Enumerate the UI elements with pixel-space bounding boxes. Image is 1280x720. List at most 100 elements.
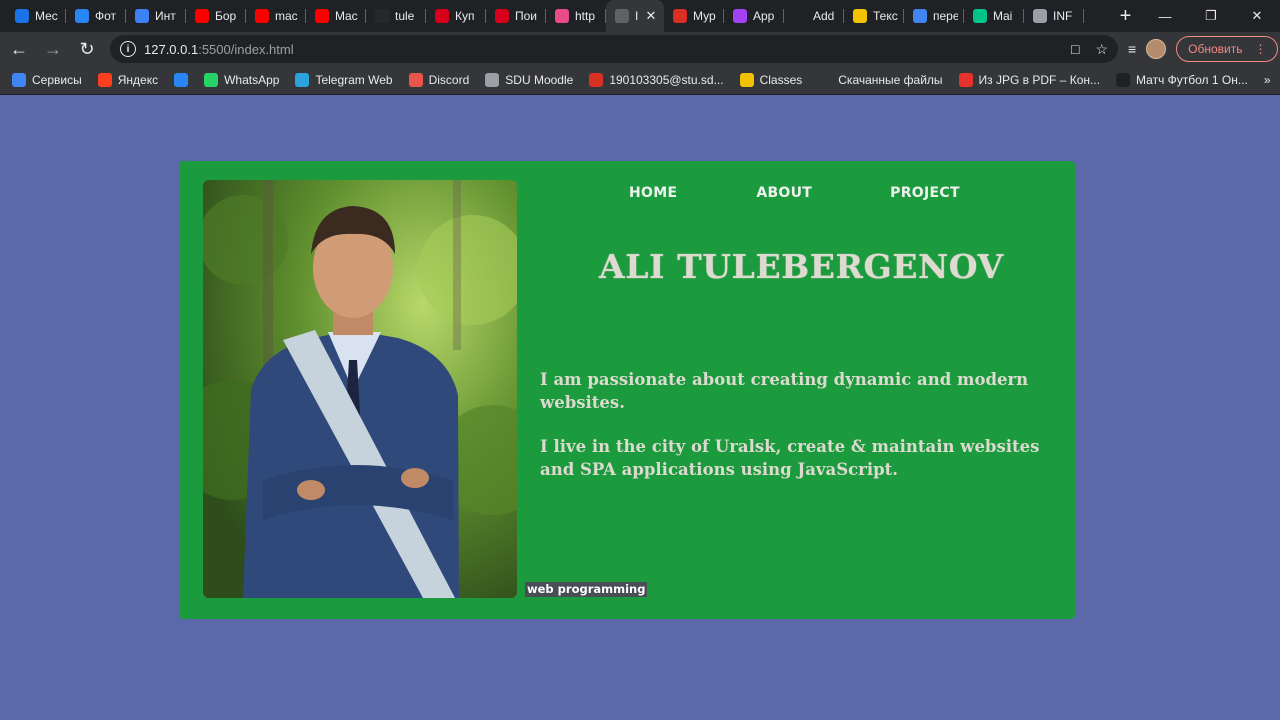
gmail-icon — [673, 9, 687, 23]
browser-tab[interactable]: Фот — [66, 0, 126, 32]
yandex-icon — [97, 73, 112, 87]
more-bookmarks-icon[interactable]: » — [1264, 73, 1271, 87]
bookmark-item[interactable] — [174, 73, 189, 87]
browser-tab[interactable]: INF — [1024, 0, 1084, 32]
minimize-icon[interactable]: — — [1142, 0, 1188, 32]
page-viewport: HOME ABOUT PROJECT ALI TULEBERGENOV I am… — [0, 96, 1280, 720]
bookmark-item[interactable]: SDU Moodle — [485, 73, 573, 87]
browser-tab[interactable]: Куп — [426, 0, 486, 32]
media-queue-icon[interactable]: ≡ — [1128, 41, 1136, 57]
browser-tab[interactable]: I ✕ — [606, 0, 664, 32]
tab-title: Куп — [455, 9, 475, 23]
new-tab-button[interactable]: + — [1109, 0, 1142, 32]
browser-tab[interactable]: Текс — [844, 0, 904, 32]
app-icon — [733, 9, 747, 23]
bookmark-item[interactable]: Сервисы — [12, 73, 82, 87]
bookmark-item[interactable]: Яндекс — [97, 73, 159, 87]
window-controls: — ❐ ✕ — [1142, 0, 1280, 32]
address-bar[interactable]: i 127.0.0.1:5500/index.html □ ☆ — [110, 35, 1118, 63]
whatsapp-icon — [204, 73, 219, 87]
tab-title: tule — [395, 9, 415, 23]
vk-icon — [75, 9, 89, 23]
bookmark-item[interactable]: Матч Футбол 1 Он... — [1116, 73, 1248, 87]
discord-icon — [408, 73, 423, 87]
tab-strip: Мес Фот Инт Бор mac Mac tule Куп Пои http I ✕ Мур App… — [0, 0, 1280, 32]
tab-title: Мур — [693, 9, 716, 23]
close-window-icon[interactable]: ✕ — [1234, 0, 1280, 32]
browser-toolbar: ← → ↻ i 127.0.0.1:5500/index.html □ ☆ ≡ … — [0, 32, 1280, 66]
tab-title: INF — [1053, 9, 1073, 23]
nav-home-link[interactable]: HOME — [629, 185, 677, 201]
classroom-icon — [739, 73, 754, 87]
bookmark-label: SDU Moodle — [505, 73, 574, 87]
site-info-icon[interactable]: i — [120, 41, 136, 57]
forward-button[interactable]: → — [38, 34, 68, 64]
translate-icon[interactable]: □ — [1071, 41, 1079, 58]
tab-title: mac — [275, 9, 298, 23]
bio-paragraph-2: I live in the city of Uralsk, create & m… — [540, 437, 1040, 479]
browser-tab[interactable]: Mai — [964, 0, 1024, 32]
browser-tab[interactable]: http — [546, 0, 606, 32]
browser-tab[interactable]: App — [724, 0, 784, 32]
bookmark-item[interactable]: 190103305@stu.sd... — [589, 73, 724, 87]
apps-grid-icon — [12, 73, 26, 87]
vk-icon — [174, 73, 189, 87]
bookmark-label: Classes — [759, 73, 803, 87]
tab-title: App — [753, 9, 775, 23]
browser-tab[interactable]: tule — [366, 0, 426, 32]
tab-title: Бор — [215, 9, 237, 23]
tab-title: http — [575, 9, 596, 23]
bookmark-label: WhatsApp — [224, 73, 280, 87]
nav-about-link[interactable]: ABOUT — [756, 185, 812, 201]
browser-tab[interactable]: пере — [904, 0, 964, 32]
bookmark-item[interactable]: Из JPG в PDF – Кон... — [958, 73, 1101, 87]
gmail-icon — [589, 73, 604, 87]
kebab-menu-icon: ⋮ — [1254, 42, 1267, 56]
bookmark-label: Скачанные файлы — [838, 73, 943, 87]
back-button[interactable]: ← — [4, 34, 34, 64]
bookmark-label: Из JPG в PDF – Кон... — [978, 73, 1101, 87]
bookmark-item[interactable]: Discord — [408, 73, 470, 87]
restore-icon[interactable]: ❐ — [1188, 0, 1234, 32]
youtube-icon — [315, 9, 329, 23]
browser-tab[interactable]: Бор — [186, 0, 246, 32]
bookmark-star-icon[interactable]: ☆ — [1095, 41, 1108, 58]
bookmark-label: Discord — [428, 73, 470, 87]
browser-tab[interactable]: Mac — [306, 0, 366, 32]
browser-tab[interactable]: Мур — [664, 0, 724, 32]
bookmark-item[interactable]: Classes — [739, 73, 803, 87]
profile-name-heading: ALI TULEBERGENOV — [599, 247, 1004, 286]
browser-tab[interactable]: Add — [784, 0, 844, 32]
dribbble-icon — [555, 9, 569, 23]
browser-tab[interactable]: Мес — [6, 0, 66, 32]
tab-title: Инт — [155, 9, 176, 23]
google-icon — [913, 9, 927, 23]
url-path: :5500/index.html — [198, 41, 294, 57]
profile-avatar[interactable] — [1146, 39, 1167, 59]
hh-icon — [435, 9, 449, 23]
reload-button[interactable]: ↻ — [72, 34, 102, 64]
tab-title: Add — [813, 9, 835, 23]
profile-photo — [203, 180, 517, 598]
bookmark-item[interactable]: WhatsApp — [204, 73, 279, 87]
bio-paragraph-1: I am passionate about creating dynamic a… — [540, 370, 1029, 412]
bookmark-item[interactable]: Скачанные файлы — [818, 73, 943, 87]
pdf-icon — [958, 73, 973, 87]
messages-icon — [15, 9, 29, 23]
bookmarks-bar: Сервисы Яндекс WhatsApp Telegram Web Discord… — [0, 66, 1280, 95]
bookmark-label: Матч Футбол 1 Он... — [1136, 73, 1248, 87]
url-host: 127.0.0.1 — [144, 41, 199, 57]
close-tab-icon[interactable]: ✕ — [644, 9, 658, 23]
bookmark-label: Яндекс — [117, 73, 159, 87]
browser-tab[interactable]: Инт — [126, 0, 186, 32]
browser-tab[interactable]: Пои — [486, 0, 546, 32]
globe-icon — [615, 9, 629, 23]
bookmark-label: Telegram Web — [315, 73, 393, 87]
bookmark-item[interactable]: Telegram Web — [295, 73, 393, 87]
nav-project-link[interactable]: PROJECT — [890, 185, 960, 201]
tab-title: Mai — [993, 9, 1013, 23]
portrait-illustration — [203, 180, 517, 598]
github-icon — [375, 9, 389, 23]
browser-tab[interactable]: mac — [246, 0, 306, 32]
update-button[interactable]: Обновить ⋮ — [1176, 36, 1278, 62]
